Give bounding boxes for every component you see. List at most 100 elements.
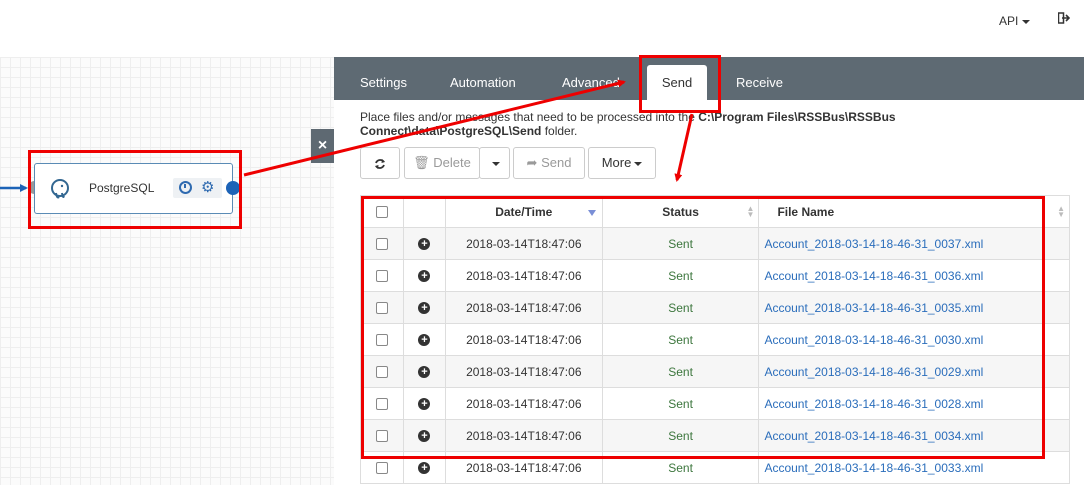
row-datetime: 2018-03-14T18:47:06 bbox=[444, 323, 603, 356]
close-icon[interactable]: × bbox=[311, 129, 334, 163]
send-instructions: Place files and/or messages that need to… bbox=[360, 110, 960, 138]
row-datetime: 2018-03-14T18:47:06 bbox=[444, 387, 603, 420]
table-row[interactable]: +2018-03-14T18:47:06 Sent Account_2018-03-… bbox=[360, 419, 1070, 452]
row-expand-cell: + bbox=[402, 387, 446, 420]
row-expand-cell: + bbox=[402, 451, 446, 484]
plus-circle-icon[interactable]: + bbox=[418, 270, 431, 283]
row-expand-cell: + bbox=[402, 259, 446, 292]
row-select-cell bbox=[360, 451, 404, 484]
row-expand-cell: + bbox=[402, 355, 446, 388]
row-datetime: 2018-03-14T18:47:06 bbox=[444, 419, 603, 452]
row-filename-link[interactable]: Account_2018-03-14-18-46-31_0037.xml bbox=[758, 227, 1070, 260]
node-actions: ⚙ bbox=[173, 178, 222, 198]
plus-circle-icon[interactable]: + bbox=[418, 334, 431, 347]
row-checkbox[interactable] bbox=[375, 334, 388, 347]
expand-column-header bbox=[402, 195, 446, 228]
gear-icon[interactable]: ⚙ bbox=[201, 178, 214, 198]
row-datetime: 2018-03-14T18:47:06 bbox=[444, 259, 603, 292]
table-row[interactable]: +2018-03-14T18:47:06 Sent Account_2018-03-… bbox=[360, 387, 1070, 420]
row-filename-link[interactable]: Account_2018-03-14-18-46-31_0033.xml bbox=[758, 451, 1070, 484]
table-row[interactable]: +2018-03-14T18:47:06 Sent Account_2018-03-… bbox=[360, 355, 1070, 388]
row-status: Sent bbox=[601, 419, 760, 452]
row-filename-link[interactable]: Account_2018-03-14-18-46-31_0034.xml bbox=[758, 419, 1070, 452]
refresh-button[interactable] bbox=[360, 147, 400, 179]
table-row[interactable]: +2018-03-14T18:47:06 Sent Account_2018-03-… bbox=[360, 323, 1070, 356]
row-filename-link[interactable]: Account_2018-03-14-18-46-31_0036.xml bbox=[758, 259, 1070, 292]
plus-circle-icon[interactable]: + bbox=[418, 302, 431, 315]
row-filename-link[interactable]: Account_2018-03-14-18-46-31_0035.xml bbox=[758, 291, 1070, 324]
row-select-cell bbox=[360, 323, 404, 356]
tab-advanced[interactable]: Advanced bbox=[562, 57, 620, 100]
api-menu-label: API bbox=[999, 14, 1019, 28]
node-label: PostgreSQL bbox=[89, 181, 155, 195]
filename-header-label: File Name bbox=[777, 204, 835, 219]
tab-bar: Settings Automation Advanced Send Receiv… bbox=[334, 57, 1084, 100]
send-label: Send bbox=[541, 155, 572, 170]
row-select-cell bbox=[360, 227, 404, 260]
tab-settings[interactable]: Settings bbox=[360, 57, 407, 100]
status-column-header[interactable]: Status ▲ ▼ bbox=[601, 195, 760, 228]
select-all-checkbox[interactable] bbox=[375, 206, 388, 219]
node-output-port[interactable] bbox=[226, 181, 240, 195]
row-checkbox[interactable] bbox=[375, 462, 388, 475]
row-checkbox[interactable] bbox=[375, 302, 388, 315]
row-status: Sent bbox=[601, 227, 760, 260]
row-datetime: 2018-03-14T18:47:06 bbox=[444, 227, 603, 260]
postgresql-elephant-icon bbox=[49, 178, 71, 200]
tab-receive[interactable]: Receive bbox=[736, 57, 783, 100]
row-datetime: 2018-03-14T18:47:06 bbox=[444, 451, 603, 484]
delete-label: Delete bbox=[433, 155, 471, 170]
plus-circle-icon[interactable]: + bbox=[418, 366, 431, 379]
share-icon: ➦ bbox=[526, 155, 538, 170]
row-filename-link[interactable]: Account_2018-03-14-18-46-31_0029.xml bbox=[758, 355, 1070, 388]
clock-icon[interactable] bbox=[179, 181, 192, 194]
row-filename-link[interactable]: Account_2018-03-14-18-46-31_0030.xml bbox=[758, 323, 1070, 356]
row-expand-cell: + bbox=[402, 227, 446, 260]
api-menu[interactable]: API bbox=[999, 14, 1031, 28]
instructions-prefix: Place files and/or messages that need to… bbox=[360, 110, 699, 124]
top-bar: API bbox=[0, 0, 1084, 56]
sort-icon: ▲ ▼ bbox=[1057, 204, 1065, 219]
caret-down-icon bbox=[634, 161, 643, 166]
delete-dropdown-toggle[interactable] bbox=[479, 147, 510, 179]
row-status: Sent bbox=[601, 291, 760, 324]
row-status: Sent bbox=[601, 355, 760, 388]
sort-icon: ▲ ▼ bbox=[746, 204, 755, 219]
select-all-header bbox=[360, 195, 404, 228]
row-checkbox[interactable] bbox=[375, 398, 388, 411]
row-filename-link[interactable]: Account_2018-03-14-18-46-31_0028.xml bbox=[758, 387, 1070, 420]
delete-button[interactable]: 🗑 Delete bbox=[404, 147, 480, 179]
datetime-column-header[interactable]: Date/Time bbox=[444, 195, 603, 228]
row-datetime: 2018-03-14T18:47:06 bbox=[444, 355, 603, 388]
caret-down-icon bbox=[492, 161, 500, 166]
plus-circle-icon[interactable]: + bbox=[418, 238, 431, 251]
sign-out-icon[interactable] bbox=[1057, 12, 1071, 27]
row-checkbox[interactable] bbox=[375, 430, 388, 443]
table-row[interactable]: +2018-03-14T18:47:06 Sent Account_2018-03-… bbox=[360, 259, 1070, 292]
row-checkbox[interactable] bbox=[375, 270, 388, 283]
row-expand-cell: + bbox=[402, 291, 446, 324]
row-status: Sent bbox=[601, 451, 760, 484]
plus-circle-icon[interactable]: + bbox=[418, 462, 431, 475]
trash-icon: 🗑 bbox=[413, 155, 430, 170]
caret-down-icon bbox=[1022, 19, 1031, 24]
table-row[interactable]: +2018-03-14T18:47:06 Sent Account_2018-03-… bbox=[360, 451, 1070, 484]
postgresql-connector-node[interactable]: PostgreSQL ⚙ bbox=[34, 163, 233, 214]
row-status: Sent bbox=[601, 259, 760, 292]
more-button[interactable]: More bbox=[588, 147, 656, 179]
row-select-cell bbox=[360, 291, 404, 324]
send-files-table: Date/Time Status ▲ ▼ File Name ▲ ▼ +2018-03-… bbox=[360, 195, 1070, 484]
tab-automation[interactable]: Automation bbox=[450, 57, 516, 100]
tab-send[interactable]: Send bbox=[647, 65, 707, 100]
send-button[interactable]: ➦ Send bbox=[513, 147, 585, 179]
plus-circle-icon[interactable]: + bbox=[418, 430, 431, 443]
row-select-cell bbox=[360, 387, 404, 420]
plus-circle-icon[interactable]: + bbox=[418, 398, 431, 411]
table-row[interactable]: +2018-03-14T18:47:06 Sent Account_2018-03-… bbox=[360, 291, 1070, 324]
row-checkbox[interactable] bbox=[375, 366, 388, 379]
filename-column-header[interactable]: File Name ▲ ▼ bbox=[758, 195, 1070, 228]
row-select-cell bbox=[360, 419, 404, 452]
flow-canvas[interactable]: PostgreSQL ⚙ bbox=[0, 57, 334, 485]
row-checkbox[interactable] bbox=[375, 238, 388, 251]
table-row[interactable]: +2018-03-14T18:47:06 Sent Account_2018-03-… bbox=[360, 227, 1070, 260]
